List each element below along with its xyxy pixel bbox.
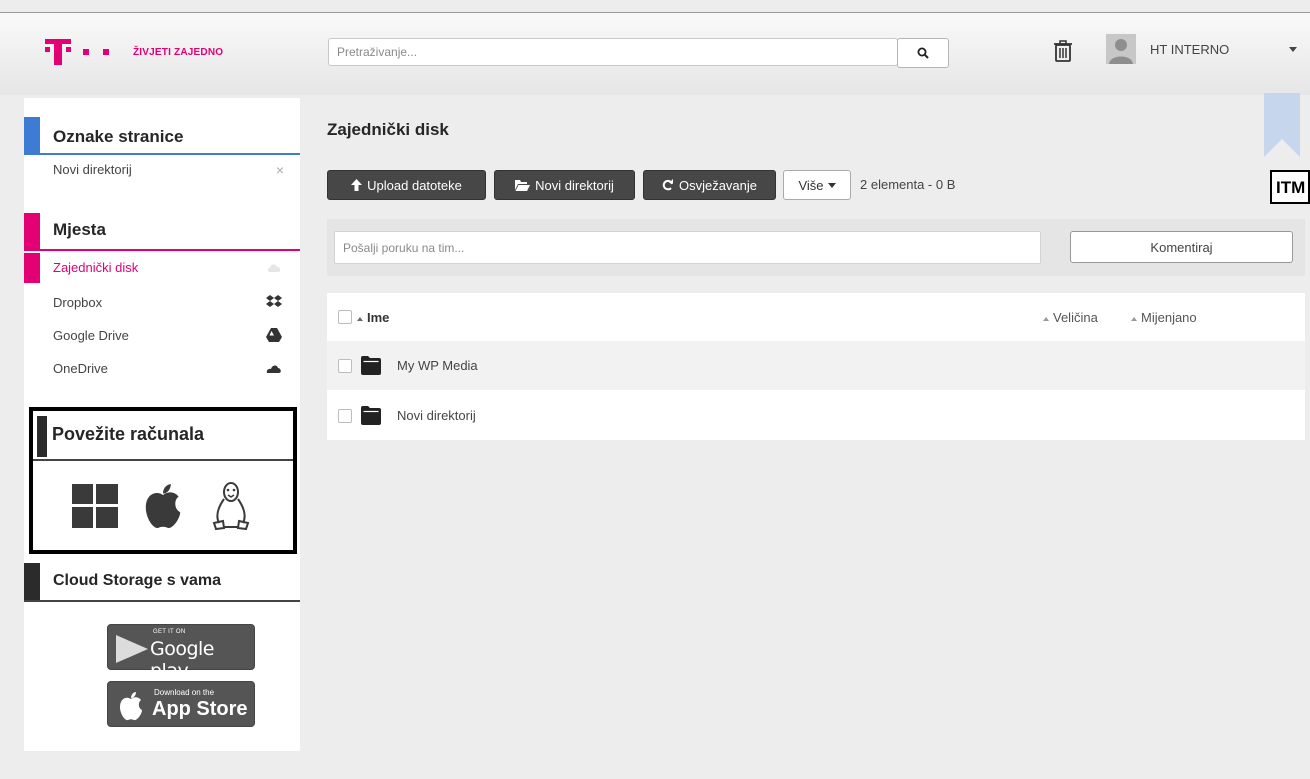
bookmark-ribbon-icon[interactable] (1264, 93, 1300, 157)
slogan: ŽIVJETI ZAJEDNO (133, 46, 224, 58)
more-dropdown[interactable]: Više (783, 170, 851, 200)
sidebar-item-label: OneDrive (53, 361, 108, 376)
row-checkbox[interactable] (338, 359, 352, 373)
mobile-header: Cloud Storage s vama (24, 563, 300, 602)
windows-download[interactable] (70, 481, 120, 531)
search-button[interactable] (897, 38, 949, 68)
user-menu-caret-icon[interactable] (1289, 47, 1297, 52)
sidebar-item-dropbox[interactable]: Dropbox (24, 288, 300, 318)
refresh-label: Osvježavanje (678, 177, 758, 193)
more-label: Više (798, 177, 824, 193)
places-title: Mjesta (53, 220, 106, 239)
file-name[interactable]: Novi direktorij (397, 408, 476, 423)
trash-icon[interactable] (1053, 40, 1073, 62)
sidebar-item-onedrive[interactable]: OneDrive (24, 354, 300, 384)
row-checkbox[interactable] (338, 409, 352, 423)
sort-asc-icon (1043, 316, 1049, 321)
sort-asc-icon (357, 316, 363, 321)
bookmark-item-novi-direktorij[interactable]: Novi direktorij × (24, 158, 300, 188)
table-header: Ime Veličina Mijenjano (327, 293, 1305, 341)
refresh-button[interactable]: Osvježavanje (643, 170, 776, 200)
dropbox-icon (266, 295, 282, 307)
remove-bookmark-icon[interactable]: × (276, 162, 284, 178)
refresh-icon (662, 179, 673, 191)
new-folder-label: Novi direktorij (535, 177, 614, 193)
caret-down-icon (827, 182, 836, 188)
telekom-logo[interactable]: ŽIVJETI ZAJEDNO (45, 39, 223, 65)
windows-icon (72, 484, 118, 528)
sidebar-item-google-drive[interactable]: Google Drive (24, 321, 300, 351)
cloud-icon (267, 264, 281, 272)
folder-open-icon (515, 180, 531, 191)
user-name[interactable]: HT INTERNO (1150, 42, 1229, 57)
places-header: Mjesta (24, 213, 300, 251)
mac-download[interactable] (138, 481, 188, 531)
onedrive-icon (266, 365, 281, 373)
connect-header: Povežite računala (33, 411, 293, 461)
sort-asc-icon (1131, 316, 1137, 321)
team-message-input[interactable] (334, 231, 1041, 264)
folder-icon (361, 406, 381, 425)
comment-button[interactable]: Komentiraj (1070, 231, 1293, 263)
user-silhouette-icon (1109, 39, 1133, 64)
connect-computers-panel: Povežite računala (29, 407, 297, 554)
table-row[interactable]: My WP Media (327, 341, 1305, 390)
linux-download[interactable] (206, 481, 256, 531)
arrow-up-icon (351, 179, 363, 191)
column-name[interactable]: Ime (357, 310, 389, 325)
upload-button[interactable]: Upload datoteke (327, 170, 486, 200)
connect-title: Povežite računala (52, 424, 205, 444)
bookmark-label: Novi direktorij (53, 162, 132, 177)
folder-icon (361, 356, 381, 375)
google-play-text: Google play (150, 638, 215, 682)
mobile-title: Cloud Storage s vama (53, 572, 222, 589)
apple-badge-icon (120, 692, 142, 721)
search-input[interactable] (328, 38, 898, 66)
sidebar-item-label: Dropbox (53, 295, 103, 310)
sidebar-item-label: Zajednički disk (53, 260, 139, 275)
upload-label: Upload datoteke (367, 177, 462, 193)
page-title: Zajednički disk (327, 120, 449, 139)
play-triangle-icon (116, 635, 148, 663)
apple-icon (145, 484, 181, 529)
t-logo-icon (45, 39, 71, 65)
app-store-small-text: Download on the (154, 688, 215, 697)
google-drive-icon (266, 328, 282, 342)
column-size-label: Veličina (1053, 310, 1098, 325)
column-name-label: Ime (367, 310, 390, 325)
search-icon (917, 47, 929, 59)
bookmarks-header: Oznake stranice (24, 117, 300, 155)
column-modified-label: Mijenjano (1141, 310, 1197, 325)
sidebar-item-zajednicki-disk[interactable]: Zajednički disk (24, 253, 300, 283)
user-avatar[interactable] (1106, 34, 1136, 64)
item-count: 2 elementa - 0 B (860, 177, 956, 192)
message-panel: Komentiraj (327, 219, 1305, 276)
google-play-small-text: GET IT ON (153, 629, 186, 635)
table-row[interactable]: Novi direktorij (327, 391, 1305, 440)
file-table: Ime Veličina Mijenjano My WP Media Novi … (327, 293, 1305, 440)
app-store-text: App Store (152, 698, 248, 720)
column-modified[interactable]: Mijenjano (1131, 310, 1197, 325)
bookmarks-title: Oznake stranice (53, 127, 184, 146)
file-name[interactable]: My WP Media (397, 358, 478, 373)
itm-label[interactable]: ITM (1270, 170, 1310, 204)
google-play-badge[interactable]: GET IT ON Google play (107, 624, 255, 682)
sidebar-item-label: Google Drive (53, 328, 129, 343)
new-folder-button[interactable]: Novi direktorij (494, 170, 635, 200)
logo-dots (83, 49, 109, 55)
linux-icon (212, 482, 250, 531)
select-all-checkbox[interactable] (338, 310, 352, 324)
app-store-badge[interactable]: Download on the App Store (107, 681, 255, 727)
column-size[interactable]: Veličina (1043, 310, 1098, 325)
